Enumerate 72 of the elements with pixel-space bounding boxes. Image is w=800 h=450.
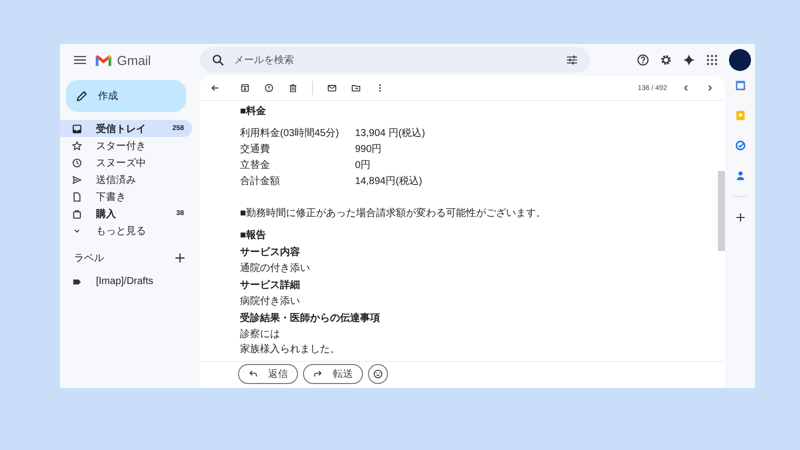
nav-label: スヌーズ中 [96, 156, 146, 170]
report-text: 家族様入られました。 [240, 342, 341, 357]
mail-logo-icon [95, 54, 112, 66]
report-subheading: 受診結果・医師からの伝達事項 [240, 312, 381, 326]
app-name: Gmail [117, 52, 151, 68]
star-icon [72, 140, 82, 150]
fee-item: 交通費 [240, 142, 271, 156]
report-icon[interactable] [264, 83, 274, 93]
search-field[interactable]: メールを検索 [234, 54, 556, 66]
nav-label: もっと見る [96, 224, 146, 238]
report-text: 病院付き添い [240, 294, 301, 309]
forward-arrow-icon [313, 369, 323, 379]
scrollbar-thumb[interactable] [718, 171, 725, 251]
shopping-bag-icon [72, 208, 82, 218]
label-item[interactable]: [Imap]/Drafts [60, 273, 192, 290]
calendar-icon[interactable] [734, 80, 746, 91]
reply-arrow-icon [248, 369, 258, 379]
nav-item[interactable]: もっと見る [60, 222, 192, 239]
nav-item[interactable]: 送信済み [60, 171, 192, 188]
nav-item[interactable]: スヌーズ中 [60, 154, 192, 171]
nav-item[interactable]: 下書き [60, 188, 192, 205]
archive-icon[interactable] [240, 83, 250, 93]
smiley-icon [373, 369, 383, 379]
forward-button[interactable]: 転送 [303, 364, 363, 384]
fee-item: 合計金額 [240, 174, 281, 188]
nav-label: 下書き [96, 190, 126, 204]
folder-icon[interactable] [351, 83, 361, 93]
plus-icon[interactable] [734, 212, 746, 223]
nav-item[interactable]: スター付き [60, 137, 192, 154]
help-icon[interactable] [637, 54, 649, 66]
report-subheading: サービス内容 [240, 245, 301, 260]
nav-label: 受信トレイ [96, 122, 146, 136]
report-text: 診察には [240, 328, 281, 342]
fee-item: 利用料金(03時間45分) [240, 126, 340, 140]
nav-label: 送信済み [96, 174, 136, 186]
mail-icon[interactable] [327, 83, 337, 93]
label-tag-icon [72, 276, 82, 286]
search-icon [212, 54, 224, 66]
fee-amount: 14,894円(税込) [355, 174, 422, 188]
plus-icon[interactable] [174, 252, 186, 264]
person-icon[interactable] [734, 170, 746, 181]
back-arrow-icon[interactable] [210, 83, 220, 93]
avatar[interactable] [729, 49, 751, 71]
reply-button[interactable]: 返信 [238, 364, 298, 384]
inbox-icon [72, 124, 82, 134]
clock-icon [72, 158, 82, 168]
nav-label: 購入 [96, 208, 116, 220]
compose-button[interactable]: 作成 [66, 80, 186, 112]
label-name: [Imap]/Drafts [96, 276, 154, 287]
search-bar[interactable]: メールを検索 [200, 47, 590, 73]
report-subheading: サービス詳細 [240, 278, 301, 293]
pencil-icon [76, 90, 88, 102]
document-icon [72, 192, 82, 202]
task-check-icon[interactable] [734, 140, 746, 151]
menu-icon[interactable] [74, 54, 86, 66]
send-icon [72, 174, 82, 184]
fee-amount: 990円 [355, 143, 382, 156]
emoji-button[interactable] [368, 364, 388, 384]
fee-item: 立替金 [240, 158, 271, 172]
trash-icon[interactable] [288, 83, 298, 93]
section-heading: ■料金 [240, 105, 268, 119]
nav-label: スター付き [96, 140, 146, 152]
note-text: ■勤務時間に修正があった場合請求額が変わる可能性がございます。 [240, 207, 548, 221]
sparkle-icon[interactable] [683, 54, 695, 66]
fee-amount: 13,904 円(税込) [355, 126, 426, 140]
fee-amount: 0円 [355, 159, 371, 172]
apps-grid-icon[interactable] [706, 54, 718, 66]
filter-icon[interactable] [566, 54, 578, 66]
report-text: 通院の付き添い [240, 262, 311, 276]
settings-icon[interactable] [660, 54, 672, 66]
section-heading: ■報告 [240, 229, 268, 243]
labels-heading: ラベル [74, 252, 104, 265]
